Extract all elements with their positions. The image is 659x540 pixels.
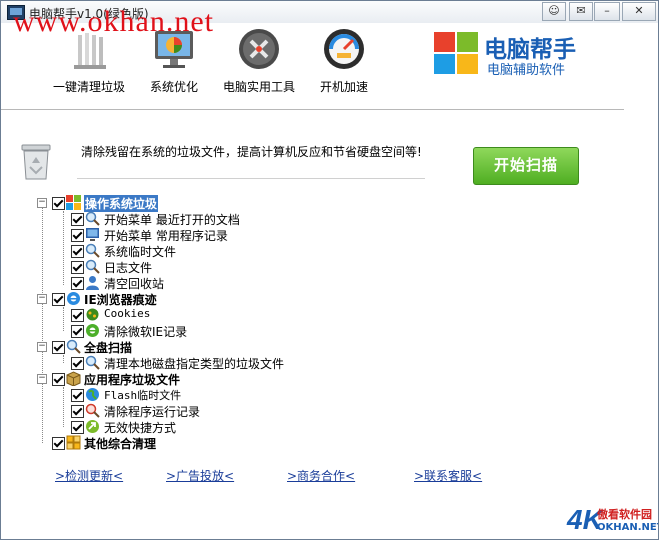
monitor-icon bbox=[149, 25, 199, 75]
tree-item-label: 清除微软IE记录 bbox=[104, 325, 188, 339]
divider bbox=[77, 178, 425, 179]
collapse-icon[interactable]: − bbox=[37, 374, 47, 384]
watermark-url: OKHAN.NET bbox=[597, 522, 659, 533]
magnifier-icon bbox=[66, 339, 81, 354]
item-checkbox[interactable] bbox=[71, 421, 84, 434]
watermark-text: 傲看软件园 bbox=[597, 508, 652, 521]
broom-icon bbox=[64, 25, 114, 75]
close-button[interactable]: ✕ bbox=[622, 2, 656, 21]
business-link[interactable]: >商务合作< bbox=[287, 467, 355, 484]
tree-guide bbox=[63, 387, 64, 427]
tree-group-label: IE浏览器痕迹 bbox=[84, 293, 157, 307]
group-checkbox[interactable] bbox=[52, 341, 65, 354]
tree-group-label: 操作系统垃圾 bbox=[84, 195, 159, 212]
check-update-link[interactable]: >检测更新< bbox=[55, 467, 123, 484]
collapse-icon[interactable]: − bbox=[37, 294, 47, 304]
tree-guide bbox=[63, 211, 64, 285]
magnifier-icon bbox=[85, 403, 100, 418]
tree-guide bbox=[63, 307, 64, 331]
tree-item-label: Cookies bbox=[104, 307, 151, 320]
skin-button[interactable]: ✉ bbox=[569, 2, 593, 21]
tree-guide bbox=[42, 205, 43, 443]
item-checkbox[interactable] bbox=[71, 357, 84, 370]
item-checkbox[interactable] bbox=[71, 213, 84, 226]
corner-watermark: 4K 傲看软件园 OKHAN.NET bbox=[567, 504, 659, 538]
magnifier-icon bbox=[85, 259, 100, 274]
package-icon bbox=[66, 371, 81, 387]
brand-logo bbox=[434, 32, 480, 76]
divider bbox=[384, 109, 624, 110]
monitor-icon bbox=[85, 227, 100, 242]
tree-item-label: 系统临时文件 bbox=[104, 245, 177, 259]
magnifier-icon bbox=[85, 243, 100, 258]
shortcut-icon bbox=[85, 419, 100, 434]
tree-item-label: 清空回收站 bbox=[104, 277, 165, 291]
ie-icon bbox=[85, 323, 100, 338]
tree-guide bbox=[63, 355, 64, 363]
toolbar-label: 开机加速 bbox=[319, 80, 368, 94]
ie-icon bbox=[66, 291, 81, 306]
toolbar-label: 系统优化 bbox=[149, 80, 198, 94]
globe-icon bbox=[85, 387, 100, 402]
item-checkbox[interactable] bbox=[71, 261, 84, 274]
grid-icon bbox=[66, 435, 81, 450]
minimize-button[interactable]: – bbox=[594, 2, 620, 21]
magnifier-icon bbox=[85, 355, 100, 370]
item-checkbox[interactable] bbox=[71, 229, 84, 242]
divider bbox=[1, 109, 384, 110]
main-window: 电脑帮手v1.0(绿色版) www.okhan.net ☺ ✉ – ✕ 一键清理… bbox=[0, 0, 659, 540]
item-checkbox[interactable] bbox=[71, 277, 84, 290]
toolbar-label: 电脑实用工具 bbox=[222, 80, 295, 94]
toolbar-boot-speedup[interactable]: 开机加速 bbox=[313, 25, 375, 95]
user-icon bbox=[85, 275, 100, 290]
item-checkbox[interactable] bbox=[71, 389, 84, 402]
group-checkbox[interactable] bbox=[52, 373, 65, 386]
group-checkbox[interactable] bbox=[52, 197, 65, 210]
tree-group-label: 其他综合清理 bbox=[84, 437, 157, 451]
tree-item-label: 清理本地磁盘指定类型的垃圾文件 bbox=[104, 357, 285, 371]
collapse-icon[interactable]: − bbox=[37, 198, 47, 208]
windows-icon bbox=[66, 195, 81, 210]
tools-icon bbox=[234, 25, 284, 75]
toolbar-system-optimize[interactable]: 系统优化 bbox=[143, 25, 205, 95]
tree-item-label: 清除程序运行记录 bbox=[104, 405, 201, 419]
tree-group-label: 应用程序垃圾文件 bbox=[84, 373, 181, 387]
recycle-bin-icon bbox=[19, 141, 53, 181]
group-checkbox[interactable] bbox=[52, 293, 65, 306]
tree-item-label: Flash临时文件 bbox=[104, 389, 182, 402]
toolbar-utilities[interactable]: 电脑实用工具 bbox=[219, 25, 299, 95]
feedback-button[interactable]: ☺ bbox=[542, 2, 566, 21]
tree-item-label: 开始菜单 最近打开的文档 bbox=[104, 213, 240, 227]
start-scan-button[interactable]: 开始扫描 bbox=[473, 147, 579, 185]
contact-support-link[interactable]: >联系客服< bbox=[414, 467, 482, 484]
brand-subtitle: 电脑辅助软件 bbox=[487, 63, 566, 78]
tree-item-label: 无效快捷方式 bbox=[104, 421, 177, 435]
cookie-icon bbox=[85, 307, 100, 322]
title-bar[interactable]: 电脑帮手v1.0(绿色版) www.okhan.net ☺ ✉ – ✕ bbox=[1, 1, 658, 38]
tree-item-label: 开始菜单 常用程序记录 bbox=[104, 229, 228, 243]
advertising-link[interactable]: >广告投放< bbox=[166, 467, 234, 484]
item-checkbox[interactable] bbox=[71, 405, 84, 418]
item-checkbox[interactable] bbox=[71, 245, 84, 258]
toolbar-label: 一键清理垃圾 bbox=[52, 80, 125, 94]
description-text: 清除残留在系统的垃圾文件，提高计算机反应和节省硬盘空间等! bbox=[81, 145, 422, 159]
tree-item-label: 日志文件 bbox=[104, 261, 153, 275]
speedometer-icon bbox=[319, 25, 369, 75]
magnifier-icon bbox=[85, 211, 100, 226]
tree-group-label: 全盘扫描 bbox=[84, 341, 133, 355]
item-checkbox[interactable] bbox=[71, 325, 84, 338]
toolbar-clean-junk[interactable]: 一键清理垃圾 bbox=[49, 25, 129, 95]
collapse-icon[interactable]: − bbox=[37, 342, 47, 352]
group-checkbox[interactable] bbox=[52, 437, 65, 450]
item-checkbox[interactable] bbox=[71, 309, 84, 322]
